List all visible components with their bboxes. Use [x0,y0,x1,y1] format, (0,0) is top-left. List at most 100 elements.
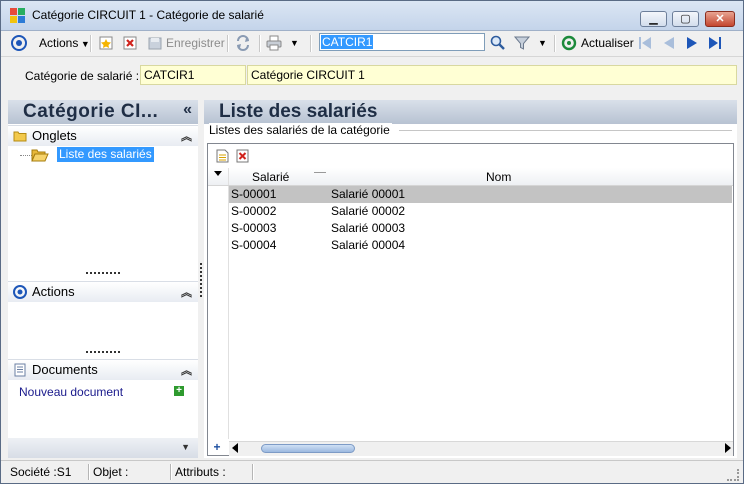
cell-employee-name: Salarié 00004 [331,238,406,252]
collapse-section-icon[interactable]: ︽ [181,128,192,144]
status-bar: Société :S1 Objet : Attributs : [1,460,743,483]
actions-section-header[interactable]: Actions ︽ [8,281,198,302]
actions-menu[interactable]: Actions ▼ [39,34,90,53]
target-icon [13,285,27,299]
category-label: Catégorie de salarié : [25,69,140,83]
column-header-name[interactable]: Nom [486,170,511,184]
grid-header: Salarié Nom [208,168,733,186]
left-panel-title: Catégorie CI... [23,101,159,122]
maximize-icon: ▢ [680,13,691,25]
add-icon[interactable]: + [174,386,184,396]
add-row-icon[interactable]: + [210,441,224,455]
scroll-right-icon[interactable] [725,443,731,453]
table-row[interactable]: S-00004 Salarié 00004 [229,237,732,254]
open-folder-icon [31,149,49,162]
cell-employee-code: S-00004 [231,238,277,252]
employee-grid: Salarié Nom S-00001 Salarié 00001 S-0000… [207,143,734,456]
delete-row-icon[interactable] [236,149,249,163]
scroll-left-icon[interactable] [232,443,238,453]
app-icon [10,8,26,24]
actions-section-title: Actions [32,284,75,299]
documents-section-title: Documents [32,362,98,377]
toolbar-separator [90,35,92,52]
search-input[interactable]: CATCIR1 [319,33,485,51]
cell-employee-code: S-00003 [231,221,277,235]
target-icon[interactable] [11,35,27,51]
application-window: Catégorie CIRCUIT 1 - Catégorie de salar… [0,0,744,484]
section-resize-grip[interactable] [86,351,120,355]
filter-icon[interactable] [514,35,530,51]
documents-section-header[interactable]: Documents ︽ [8,359,198,380]
first-record-icon[interactable] [637,35,653,51]
sort-indicator-icon [314,172,326,181]
new-record-icon[interactable] [98,35,114,51]
close-button[interactable]: ✕ [705,11,735,27]
sync-icon[interactable] [235,35,251,51]
right-panel-header: Liste des salariés [204,100,737,124]
collapse-left-icon[interactable]: « [183,101,192,119]
window-title: Catégorie CIRCUIT 1 - Catégorie de salar… [32,8,264,22]
last-record-icon[interactable] [707,35,723,51]
right-panel: Liste des salariés Listes des salariés d… [204,100,737,458]
document-icon [14,363,26,377]
new-row-icon[interactable] [216,149,229,163]
delete-icon[interactable] [122,35,138,51]
status-separator [170,464,172,480]
status-object: Objet : [93,465,129,479]
folder-icon [13,131,27,142]
group-label: Listes des salariés de la catégorie [209,123,392,137]
cell-employee-name: Salarié 00002 [331,204,406,218]
collapse-section-icon[interactable]: ︽ [181,362,192,378]
close-icon: ✕ [715,13,725,25]
tab-employee-list[interactable]: Liste des salariés [57,147,154,162]
row-selector-arrow-icon[interactable] [214,171,222,176]
status-separator [88,464,90,480]
left-panel: Catégorie CI... « Onglets ︽ Liste des sa… [8,100,198,458]
print-icon[interactable] [266,35,282,51]
column-divider [228,168,229,185]
filter-dropdown-icon[interactable]: ▼ [538,34,547,53]
search-input-value: CATCIR1 [321,35,374,49]
new-document-link[interactable]: Nouveau document [19,385,123,399]
page-title: Liste des salariés [219,101,378,122]
search-icon[interactable] [490,35,506,51]
save-button[interactable]: Enregistrer [166,34,225,53]
table-row[interactable]: S-00003 Salarié 00003 [229,220,732,237]
column-header-employee[interactable]: Salarié [252,170,289,184]
category-code-field[interactable]: CATCIR1 [140,65,246,85]
chevron-down-icon[interactable]: ▼ [181,442,190,452]
status-separator [252,464,254,480]
cell-employee-code: S-00002 [231,204,277,218]
grid-toolbar [208,144,733,166]
status-company: Société :S1 [10,465,72,479]
resize-grip-icon[interactable] [727,469,739,481]
section-resize-grip[interactable] [86,272,120,276]
cell-employee-name: Salarié 00003 [331,221,406,235]
toolbar-separator [310,35,312,52]
actions-menu-label: Actions [39,36,79,50]
refresh-icon [561,35,577,51]
cell-employee-code: S-00001 [231,187,277,201]
refresh-button[interactable]: Actualiser [581,34,634,53]
status-attributes: Attributs : [175,465,226,479]
toolbar-separator [259,35,261,52]
horizontal-scrollbar[interactable] [229,441,733,456]
next-record-icon[interactable] [684,35,700,51]
title-bar: Catégorie CIRCUIT 1 - Catégorie de salar… [1,1,743,31]
previous-record-icon[interactable] [661,35,677,51]
category-description-field[interactable]: Catégorie CIRCUIT 1 [247,65,737,85]
caret-down-icon: ▼ [78,39,90,49]
cell-employee-name: Salarié 00001 [331,187,406,201]
left-panel-footer: ▼ [8,438,198,458]
collapse-section-icon[interactable]: ︽ [181,284,192,300]
print-dropdown-icon[interactable]: ▼ [290,34,299,53]
maximize-button[interactable]: ▢ [672,11,699,27]
save-icon [148,37,162,50]
table-row[interactable]: S-00002 Salarié 00002 [229,203,732,220]
scrollbar-thumb[interactable] [261,444,355,453]
minimize-icon: ▁ [649,13,658,25]
group-divider [399,130,732,131]
tabs-section-header[interactable]: Onglets ︽ [8,125,198,146]
table-row[interactable]: S-00001 Salarié 00001 [229,186,732,203]
minimize-button[interactable]: ▁ [640,11,667,27]
